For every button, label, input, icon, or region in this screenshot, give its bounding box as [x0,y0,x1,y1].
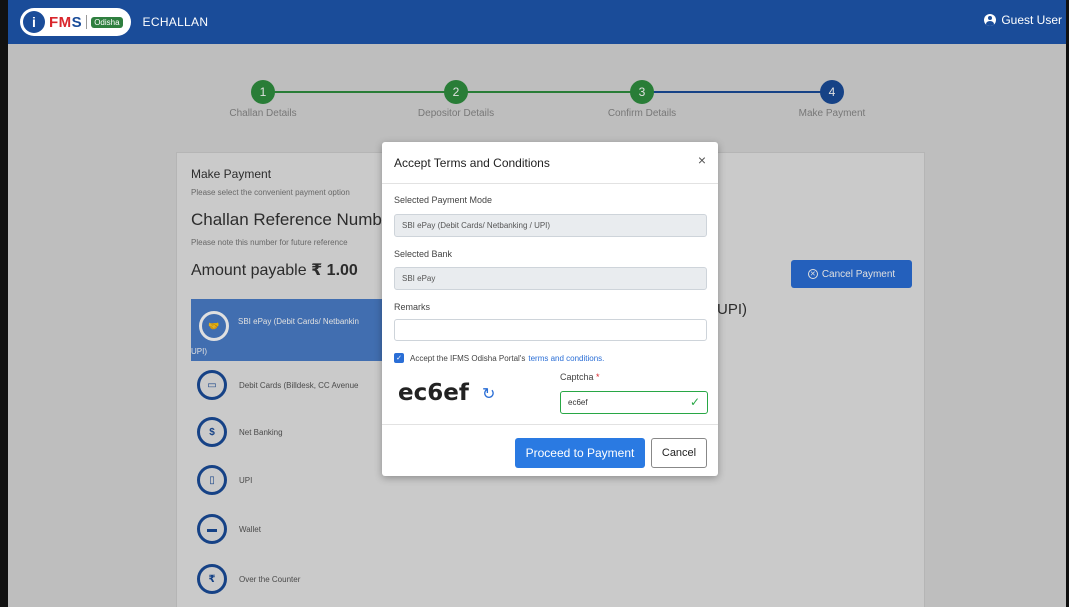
user-label: Guest User [1001,13,1062,27]
logo-m: M [58,13,72,31]
cancel-button[interactable]: Cancel [651,438,707,468]
logo-f: F [49,13,59,31]
ifms-logo[interactable]: i FMS Odisha [20,8,131,36]
user-menu[interactable]: Guest User [984,13,1062,27]
modal-header: Accept Terms and Conditions [382,142,718,184]
terms-checkbox-row[interactable]: ✓ Accept the IFMS Odisha Portal's terms … [394,353,604,363]
captcha-value: ec6ef [568,398,588,407]
logo-s: S [71,13,83,31]
bank-field: SBI ePay [394,267,707,290]
captcha-input[interactable]: ec6ef ✓ [560,391,708,414]
refresh-icon[interactable]: ↻ [482,384,495,404]
logo-odisha: Odisha [91,16,123,28]
modal-title: Accept Terms and Conditions [394,155,550,170]
logo-fms: FMS [49,14,82,31]
remarks-label: Remarks [394,302,431,312]
remarks-input[interactable] [394,319,707,341]
terms-modal: Accept Terms and Conditions × Selected P… [382,142,718,476]
logo-i: i [23,11,45,33]
app-name[interactable]: ECHALLAN [143,15,209,29]
bank-label: Selected Bank [394,249,453,259]
captcha-image: ec6ef [398,380,469,406]
captcha-label-row: Captcha * [560,372,600,382]
terms-link[interactable]: terms and conditions. [528,354,604,363]
payment-mode-label: Selected Payment Mode [394,195,493,205]
check-icon: ✓ [689,395,700,409]
payment-mode-field: SBI ePay (Debit Cards/ Netbanking / UPI) [394,214,707,237]
captcha-label: Captcha [560,372,594,382]
terms-text: Accept the IFMS Odisha Portal's [410,353,526,363]
top-navbar: i FMS Odisha ECHALLAN Guest User [8,0,1066,44]
required-marker: * [596,372,600,382]
logo-divider [86,15,88,29]
proceed-to-payment-button[interactable]: Proceed to Payment [515,438,645,468]
user-icon [984,14,997,26]
modal-footer: Proceed to Payment Cancel [382,424,718,476]
app-frame: i FMS Odisha ECHALLAN Guest User 1 Chall… [0,0,1069,607]
terms-checkbox[interactable]: ✓ [394,353,404,363]
close-icon[interactable]: × [698,152,706,168]
